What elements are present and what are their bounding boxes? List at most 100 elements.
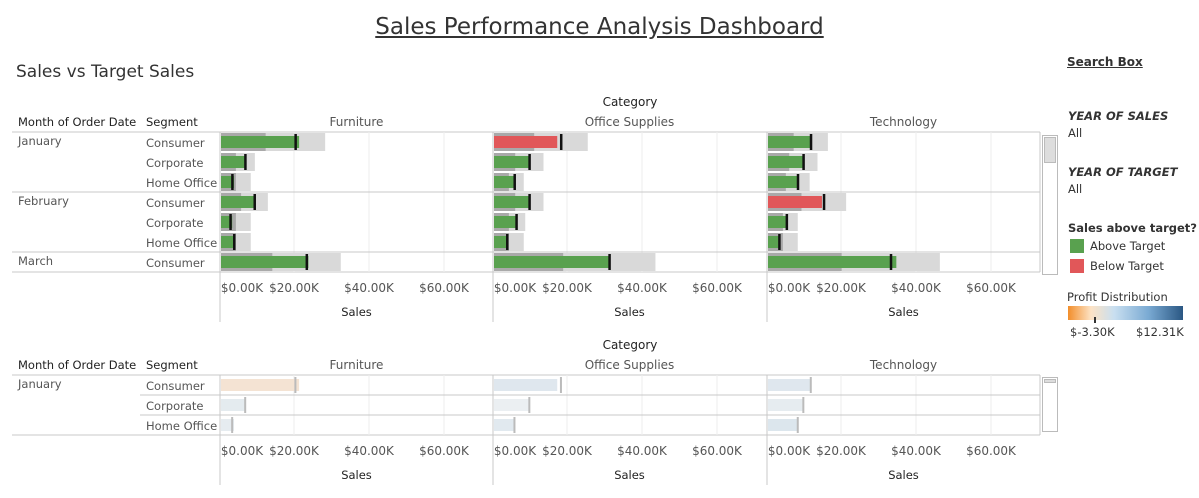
x-tick-label: $60.00K	[419, 281, 470, 295]
x-tick-label: $20.00K	[542, 444, 593, 458]
target-marker	[822, 194, 826, 210]
sales-bar	[768, 136, 811, 148]
target-marker	[778, 234, 781, 250]
target-marker	[802, 154, 805, 170]
segment-label: Home Office	[146, 419, 217, 433]
category-header-0: Furniture	[330, 358, 384, 372]
month-label: January	[17, 377, 62, 391]
target-marker-faded	[809, 377, 812, 393]
sales-bar-faded	[768, 399, 804, 411]
x-tick-label: $0.00K	[221, 444, 264, 458]
x-tick-label: $60.00K	[419, 444, 470, 458]
year-of-sales-value[interactable]: All	[1068, 126, 1082, 140]
target-marker	[513, 174, 516, 190]
target-marker	[233, 234, 236, 250]
target-marker-faded	[796, 417, 799, 433]
sales-above-target-legend-title: Sales above target?	[1068, 221, 1197, 235]
bullet-chart: Category Month of Order Date Segment Furnit…	[12, 95, 1041, 485]
target-marker	[229, 214, 232, 230]
sales-bar	[221, 136, 300, 148]
x-tick-label: $40.00K	[344, 281, 395, 295]
month-label: February	[18, 194, 69, 208]
segment-label: Home Office	[146, 176, 217, 190]
sales-bar	[221, 236, 235, 248]
segment-label: Consumer	[146, 256, 205, 270]
profit-zero-marker	[1094, 317, 1096, 323]
target-marker	[305, 254, 309, 270]
sales-bar	[494, 216, 517, 228]
month-header: Month of Order Date	[18, 358, 136, 372]
profit-max-label: $12.31K	[1136, 325, 1184, 339]
target-marker	[785, 214, 789, 230]
target-marker-faded	[244, 397, 247, 413]
sales-bar-faded	[768, 379, 811, 391]
month-header: Month of Order Date	[18, 115, 136, 129]
target-marker	[515, 214, 518, 230]
sales-bar	[494, 196, 530, 208]
x-tick-label: $60.00K	[966, 444, 1017, 458]
target-marker	[889, 254, 893, 270]
target-marker-faded	[513, 417, 516, 433]
x-axis-title: Sales	[341, 468, 372, 482]
target-marker-faded	[294, 377, 297, 393]
segment-label: Corporate	[146, 399, 204, 413]
x-tick-label: $0.00K	[768, 444, 811, 458]
x-tick-label: $60.00K	[966, 281, 1017, 295]
profit-min-label: $-3.30K	[1070, 325, 1115, 339]
year-of-target-value[interactable]: All	[1068, 182, 1082, 196]
search-box-link[interactable]: Search Box	[1067, 55, 1143, 69]
legend-below-label: Below Target	[1090, 259, 1164, 273]
x-tick-label: $0.00K	[494, 281, 537, 295]
scrollbar-thumb-1[interactable]	[1044, 137, 1056, 163]
legend-item-below[interactable]: Below Target	[1070, 259, 1164, 273]
category-header-1: Office Supplies	[585, 115, 675, 129]
year-of-target-title: YEAR OF TARGET	[1068, 165, 1178, 179]
sales-bar	[221, 156, 246, 168]
month-label: January	[17, 134, 62, 148]
target-marker	[796, 174, 800, 190]
x-tick-label: $60.00K	[692, 281, 743, 295]
sales-bar-faded	[494, 419, 515, 431]
x-axis-title: Sales	[614, 468, 645, 482]
below-target-swatch	[1070, 259, 1084, 273]
segment-label: Consumer	[146, 196, 205, 210]
x-tick-label: $20.00K	[542, 281, 593, 295]
profit-distribution-title: Profit Distribution	[1067, 290, 1168, 304]
sales-bar	[221, 256, 309, 268]
scrollbar-panel-1[interactable]	[1042, 135, 1058, 275]
sales-bar	[494, 256, 610, 268]
scrollbar-thumb-2[interactable]	[1044, 379, 1056, 383]
target-marker	[231, 174, 234, 190]
target-marker	[559, 134, 563, 150]
x-tick-label: $40.00K	[617, 444, 668, 458]
sales-bar	[494, 176, 515, 188]
segment-header: Segment	[146, 358, 198, 372]
category-header-2: Technology	[869, 115, 937, 129]
scrollbar-panel-2[interactable]	[1042, 377, 1058, 432]
x-tick-label: $40.00K	[891, 444, 942, 458]
sales-bar	[494, 236, 508, 248]
sales-bar	[768, 196, 822, 208]
legend-item-above[interactable]: Above Target	[1070, 239, 1165, 253]
sales-bar	[221, 196, 255, 208]
x-tick-label: $0.00K	[494, 444, 537, 458]
target-marker	[253, 194, 256, 210]
segment-label: Consumer	[146, 136, 205, 150]
above-target-swatch	[1070, 239, 1084, 253]
sales-bar	[768, 236, 780, 248]
target-marker	[244, 154, 247, 170]
x-tick-label: $60.00K	[692, 444, 743, 458]
x-axis-title: Sales	[888, 468, 919, 482]
target-marker-faded	[802, 397, 805, 413]
target-marker	[608, 254, 611, 270]
x-tick-label: $0.00K	[221, 281, 264, 295]
category-header-1: Office Supplies	[585, 358, 675, 372]
x-axis-title: Sales	[614, 305, 645, 319]
sales-bar	[768, 256, 897, 268]
sales-bar	[494, 156, 530, 168]
target-marker-faded	[528, 397, 531, 413]
x-axis-title: Sales	[341, 305, 372, 319]
x-tick-label: $20.00K	[269, 281, 320, 295]
sales-bar-faded	[221, 399, 246, 411]
x-tick-label: $20.00K	[816, 444, 867, 458]
